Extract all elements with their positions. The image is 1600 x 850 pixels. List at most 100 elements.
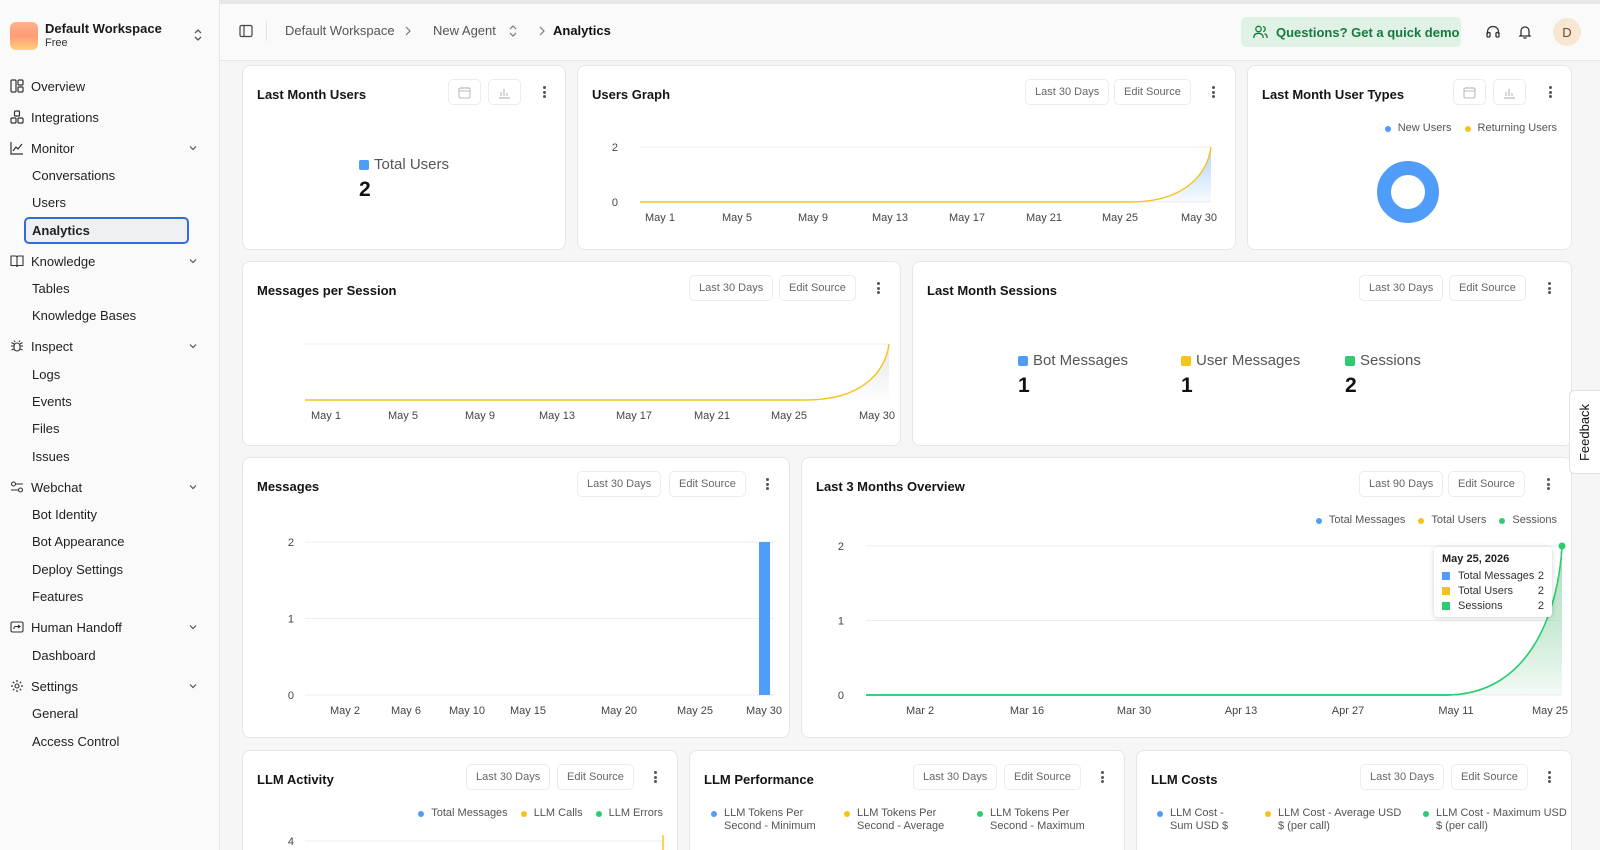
y-tick-label: 1 — [838, 616, 844, 628]
sidebar-item-settings[interactable]: Settings — [10, 674, 210, 698]
sidebar-item-human-handoff[interactable]: Human Handoff — [10, 615, 210, 639]
sidebar-item-knowledge-bases[interactable]: Knowledge Bases — [24, 303, 189, 327]
sidebar-item-analytics[interactable]: Analytics — [24, 217, 189, 244]
sidebar-item-access-control[interactable]: Access Control — [24, 729, 189, 753]
sidebar-item-files[interactable]: Files — [24, 416, 189, 440]
x-tick-label: May 10 — [449, 705, 485, 717]
sidebar-item-knowledge[interactable]: Knowledge — [10, 249, 210, 273]
x-tick-label: May 15 — [510, 705, 546, 717]
sidebar-item-users[interactable]: Users — [24, 190, 189, 214]
y-tick-label: 0 — [838, 690, 844, 702]
sidebar-item-logs[interactable]: Logs — [24, 362, 189, 386]
x-tick-label: May 6 — [391, 705, 421, 717]
more-icon[interactable] — [1542, 770, 1556, 784]
sliders-icon — [10, 481, 24, 493]
bell-icon[interactable] — [1517, 24, 1533, 40]
breadcrumb-agent[interactable]: New Agent — [433, 22, 496, 40]
more-icon[interactable] — [1095, 770, 1109, 784]
sidebar-item-dashboard[interactable]: Dashboard — [24, 643, 189, 667]
legend-label: LLM Cost - Average USD $ (per call) — [1278, 807, 1401, 833]
chart-type-button[interactable] — [488, 79, 521, 105]
x-tick-label: May 17 — [616, 410, 652, 422]
sidebar-item-monitor[interactable]: Monitor — [10, 136, 210, 160]
breadcrumb-workspace[interactable]: Default Workspace — [285, 22, 395, 40]
y-tick-label: 4 — [288, 836, 294, 848]
chart-line-icon — [10, 142, 23, 155]
card-users-graph: Users Graph Last 30 Days Edit Source 02M… — [577, 65, 1236, 250]
legend-label-line: $ (per call) — [1278, 820, 1330, 832]
x-tick-label: May 13 — [539, 410, 575, 422]
sidebar-item-bot-appearance[interactable]: Bot Appearance — [24, 529, 189, 553]
legend-item: LLM Cost - Sum USD $ — [1157, 807, 1252, 833]
series-area — [640, 147, 1211, 202]
gear-icon — [11, 680, 23, 692]
data-point — [1558, 542, 1566, 550]
sidebar-item-events[interactable]: Events — [24, 389, 189, 413]
legend-swatch — [1345, 355, 1355, 366]
sidebar-item-deploy-settings[interactable]: Deploy Settings — [24, 557, 189, 581]
date-range-button[interactable]: Last 30 Days — [1360, 764, 1445, 790]
chevron-up-down-icon[interactable] — [508, 24, 518, 38]
card-messages-per-session: Messages per Session Last 30 Days Edit S… — [242, 261, 901, 446]
sidebar-item-overview[interactable]: Overview — [10, 74, 210, 98]
sidebar-item-features[interactable]: Features — [24, 584, 189, 608]
chevron-down-icon — [189, 146, 197, 151]
y-tick-label: 2 — [612, 142, 618, 154]
legend-item: LLM Tokens Per Second - Minimum — [711, 807, 831, 833]
edit-source-button[interactable]: Edit Source — [1451, 764, 1528, 790]
date-range-button[interactable]: Last 30 Days — [1359, 275, 1444, 301]
legend-label-line: LLM Cost - Average USD — [1278, 807, 1402, 819]
sidebar-item-inspect[interactable]: Inspect — [10, 334, 210, 358]
x-tick-label: May 9 — [798, 212, 828, 224]
legend-label-line: $ (per call) — [1436, 820, 1488, 832]
more-icon[interactable] — [1542, 281, 1556, 295]
x-tick-label: May 25 — [1532, 705, 1568, 717]
workspace-switcher[interactable]: Default Workspace Free — [10, 20, 210, 52]
date-range-button[interactable] — [448, 79, 481, 105]
card-title: Last Month Users — [257, 87, 367, 102]
sidebar-toggle-icon[interactable] — [239, 24, 253, 38]
x-tick-label: May 20 — [601, 705, 637, 717]
legend-swatch — [1181, 355, 1191, 366]
demo-button-label: Questions? Get a quick demo — [1276, 24, 1460, 40]
legend-label-line: LLM Cost - — [1170, 807, 1224, 819]
feedback-tab[interactable]: Feedback — [1569, 390, 1600, 474]
handoff-icon — [10, 621, 24, 633]
sidebar-item-label: Webchat — [31, 479, 83, 495]
sidebar-item-tables[interactable]: Tables — [24, 276, 189, 300]
bar-chart-icon — [499, 88, 510, 99]
x-tick-label: May 2 — [330, 705, 360, 717]
chevron-down-icon — [189, 684, 197, 689]
legend: LLM Cost - Sum USD $ LLM Cost - Average U… — [1144, 807, 1573, 833]
workspace-logo — [10, 22, 38, 50]
card-title: Last Month Sessions — [927, 283, 1058, 298]
sidebar: Default Workspace Free Overview Integrat… — [0, 0, 220, 850]
legend-label: LLM Cost - Sum USD $ — [1170, 807, 1228, 833]
legend-item: LLM Tokens Per Second - Maximum — [977, 807, 1102, 833]
sidebar-item-general[interactable]: General — [24, 701, 189, 725]
x-tick-label: Mar 2 — [906, 705, 934, 717]
sidebar-item-issues[interactable]: Issues — [24, 444, 189, 468]
tooltip-date: May 25, 2026 — [1442, 553, 1510, 565]
more-icon[interactable] — [537, 85, 551, 99]
users-graph-chart: 0 2 May 1 May 5 May 9 May 13 May 17 May 21 May 2… — [612, 142, 1217, 224]
sidebar-item-integrations[interactable]: Integrations — [10, 105, 210, 129]
x-tick-label: May 25 — [1102, 212, 1138, 224]
demo-button[interactable]: Questions? Get a quick demo — [1241, 17, 1461, 47]
edit-source-button[interactable]: Edit Source — [1449, 275, 1526, 301]
stat-value-user-messages: 1 — [1181, 374, 1193, 397]
sidebar-item-label: Overview — [31, 78, 86, 94]
sidebar-item-conversations[interactable]: Conversations — [24, 163, 189, 187]
integrations-icon — [10, 110, 24, 124]
legend-label: LLM Tokens Per Second - Average — [857, 807, 944, 833]
stat-label-text: Sessions — [1360, 352, 1421, 369]
sidebar-item-webchat[interactable]: Webchat — [10, 475, 210, 499]
headset-icon[interactable] — [1485, 24, 1501, 40]
tooltip-series-value: 2 — [1537, 599, 1544, 612]
avatar[interactable]: D — [1553, 18, 1581, 46]
legend-label: LLM Tokens Per Second - Minimum — [724, 807, 816, 833]
edit-source-button[interactable]: Edit Source — [1004, 764, 1081, 790]
date-range-button[interactable]: Last 30 Days — [913, 764, 998, 790]
x-tick-label: Apr 13 — [1225, 705, 1257, 717]
sidebar-item-bot-identity[interactable]: Bot Identity — [24, 502, 189, 526]
